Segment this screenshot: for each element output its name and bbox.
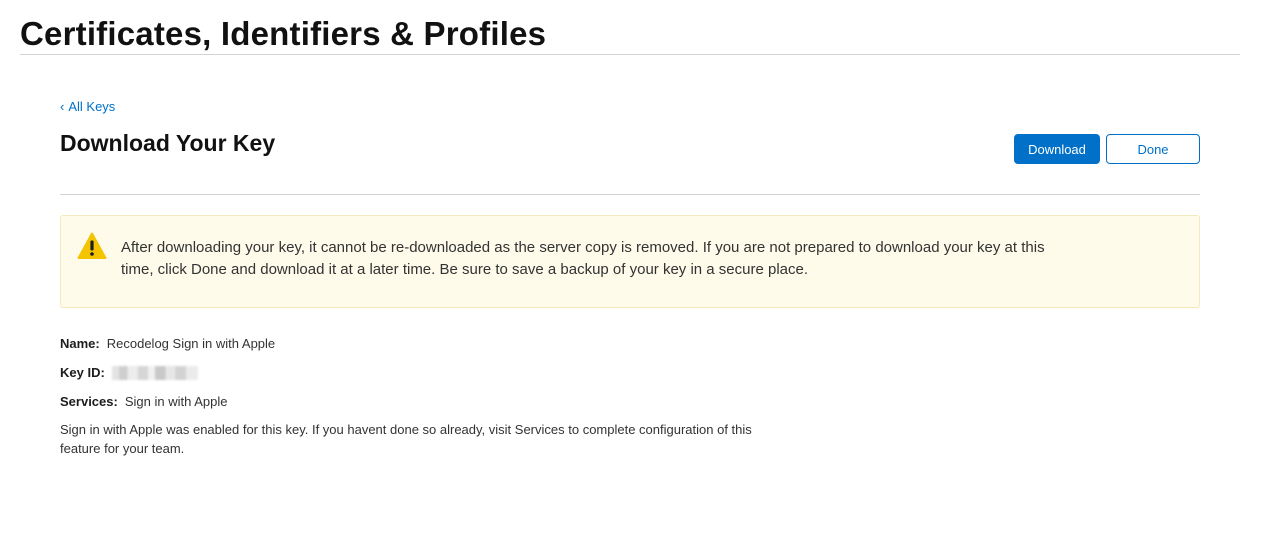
done-button[interactable]: Done [1106, 134, 1200, 164]
page-title: Certificates, Identifiers & Profiles [20, 15, 547, 52]
warning-triangle-icon [77, 232, 107, 259]
warning-banner: After downloading your key, it cannot be… [60, 215, 1200, 308]
name-label: Name: [60, 336, 100, 351]
detail-row-name: Name: Recodelog Sign in with Apple [60, 335, 1200, 364]
download-button[interactable]: Download [1014, 134, 1100, 164]
services-note: Sign in with Apple was enabled for this … [60, 422, 752, 456]
back-to-all-keys-link[interactable]: ‹ All Keys [60, 98, 115, 116]
action-buttons: Download Done [1014, 134, 1200, 164]
main-content: ‹ All Keys Download Your Key Download Don… [60, 98, 1200, 458]
key-details: Name: Recodelog Sign in with Apple Key I… [60, 335, 1200, 458]
page-header: Certificates, Identifiers & Profiles [20, 14, 1240, 55]
name-value: Recodelog Sign in with Apple [106, 336, 276, 351]
section-title: Download Your Key [60, 130, 276, 156]
back-link-label: All Keys [68, 99, 116, 114]
services-value: Sign in with Apple [124, 394, 228, 409]
services-label: Services: [60, 394, 118, 409]
detail-row-key-id: Key ID: [60, 364, 1200, 393]
section-header: Download Your Key Download Done [60, 128, 1200, 195]
key-id-value-redacted [111, 366, 198, 380]
chevron-left-icon: ‹ [60, 99, 65, 114]
detail-row-services: Services: Sign in with Apple [60, 393, 1200, 422]
warning-message: After downloading your key, it cannot be… [121, 239, 1045, 278]
key-id-label: Key ID: [60, 365, 105, 380]
